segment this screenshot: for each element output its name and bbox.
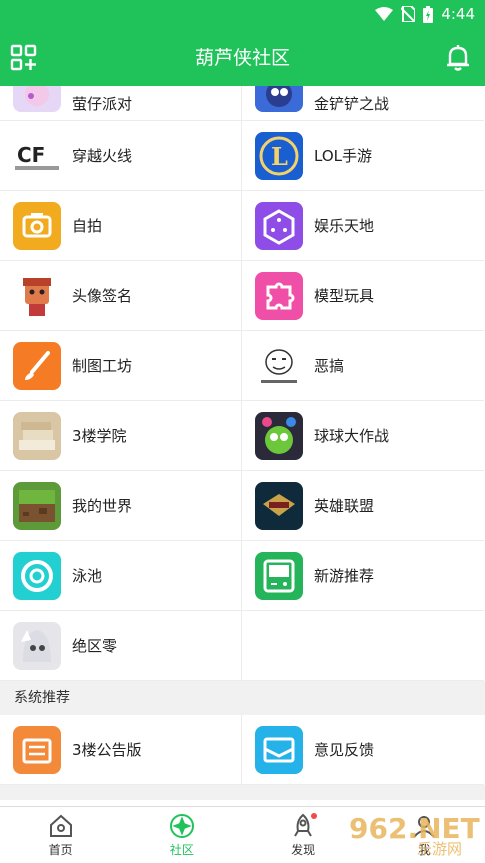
forum-item-notice-board[interactable]: 3楼公告版 [0,715,242,785]
forum-item-label: 泳池 [72,567,103,585]
crossfire-icon: CF [13,131,61,180]
ball-battle-icon [255,411,303,460]
golden-spatula-game-icon [255,86,303,112]
tab-label: 发现 [291,842,316,857]
community-icon [169,813,195,841]
forum-item-label: 自拍 [72,217,103,235]
forum-item-lol-mobile[interactable]: L LOL手游 [242,121,484,191]
forum-item-label: 我的世界 [72,497,133,515]
camera-icon [13,201,61,250]
forum-item-label: 3楼学院 [72,427,127,445]
forum-item-brush[interactable]: 制图工坊 [0,331,242,401]
forum-item-label: 意见反馈 [314,741,375,759]
forum-item-camera[interactable]: 自拍 [0,191,242,261]
empty-cell [242,611,484,681]
tab-label: 社区 [169,842,194,857]
forum-item-label: 萤仔派对 [72,94,133,113]
avatar-character-icon [13,271,61,320]
recommend-grid: 3楼公告版 意见反馈 [0,715,485,785]
home-icon [48,813,74,841]
tab-community[interactable]: 社区 [121,807,242,863]
forum-item-crossfire[interactable]: CF 穿越火线 [0,121,242,191]
zenless-icon [13,621,61,670]
forum-item-label: 模型玩具 [314,287,375,305]
forum-item-label: 新游推荐 [314,567,375,585]
wifi-icon [375,6,394,21]
forum-item-minecraft[interactable]: 我的世界 [0,471,242,541]
forum-item-books[interactable]: 3楼学院 [0,401,242,471]
forum-item-zenless[interactable]: 绝区零 [0,611,242,681]
no-sim-icon [401,6,416,22]
forum-item-label: 金铲铲之战 [314,94,390,113]
minecraft-icon [13,481,61,530]
forum-item-envelope[interactable]: 意见反馈 [242,715,484,785]
tab-home[interactable]: 首页 [0,807,121,863]
watermark-logo: 962.NET 乐游网 [349,812,480,856]
community-content: 萤仔派对 金铲铲之战 CF 穿越火线 L LOL手游自拍 娱乐天地头像签名 模型玩具制图工坊 恶… [0,86,485,806]
forum-item-avatar-character[interactable]: 头像签名 [0,261,242,331]
forum-item-label: 制图工坊 [72,357,133,375]
section-title: 系统推荐 [0,681,485,715]
lol-mobile-icon: L [255,131,303,180]
lifebuoy-icon [13,551,61,600]
forum-item-label: 恶搞 [314,357,345,375]
page-title: 葫芦侠社区 [194,47,290,69]
notification-button[interactable] [445,44,473,74]
dice-icon [255,201,303,250]
svg-text:CF: CF [17,143,45,167]
forum-item-label: 绝区零 [72,637,118,655]
gamepad-new-icon [255,551,303,600]
puzzle-icon [255,271,303,320]
forum-item-label: 头像签名 [72,287,133,305]
league-icon [255,481,303,530]
forum-item-league[interactable]: 英雄联盟 [242,471,484,541]
notice-board-icon [13,725,61,774]
forum-item-party-game[interactable]: 萤仔派对 [0,86,242,121]
status-time: 4:44 [441,5,475,23]
status-bar: 4:44 [0,0,485,30]
brush-icon [13,341,61,390]
party-game-icon [13,86,61,112]
watermark-subtext: 乐游网 [417,840,462,856]
bell-icon [447,45,469,71]
battery-charging-icon [423,5,434,23]
forum-item-label: 穿越火线 [72,147,133,165]
app-bar: 葫芦侠社区 [0,30,485,86]
books-icon [13,411,61,460]
bottom-gap [0,785,485,800]
forum-grid: 萤仔派对 金铲铲之战 CF 穿越火线 L LOL手游自拍 娱乐天地头像签名 模型玩具制图工坊 恶… [0,86,485,681]
forum-item-label: 英雄联盟 [314,497,375,515]
tab-label: 首页 [48,842,73,857]
notification-dot [310,813,317,819]
forum-item-label: LOL手游 [314,147,372,165]
forum-item-dice[interactable]: 娱乐天地 [242,191,484,261]
forum-item-meme-face[interactable]: 恶搞 [242,331,484,401]
forum-item-label: 娱乐天地 [314,217,375,235]
forum-item-puzzle[interactable]: 模型玩具 [242,261,484,331]
forum-item-ball-battle[interactable]: 球球大作战 [242,401,484,471]
forum-item-lifebuoy[interactable]: 泳池 [0,541,242,611]
svg-text:L: L [271,142,288,171]
forum-item-label: 球球大作战 [314,427,390,445]
forum-item-golden-spatula-game[interactable]: 金铲铲之战 [242,86,484,121]
meme-face-icon [255,341,303,390]
forum-item-label: 3楼公告版 [72,741,142,759]
forum-item-gamepad-new[interactable]: 新游推荐 [242,541,484,611]
envelope-icon [255,725,303,774]
